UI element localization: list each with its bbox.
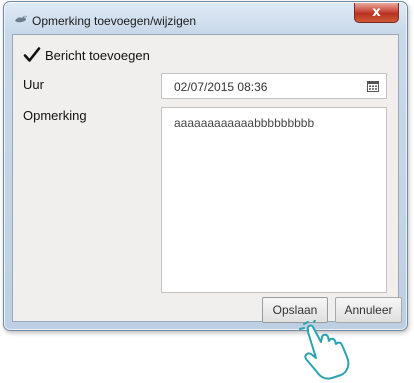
dialog-window: Opmerking toevoegen/wijzigen x Bericht t… <box>3 1 408 331</box>
title-bar[interactable]: Opmerking toevoegen/wijzigen x <box>4 2 407 34</box>
close-icon: x <box>372 5 381 20</box>
checkbox-label: Bericht toevoegen <box>45 47 150 63</box>
checkmark-icon <box>23 47 41 62</box>
datetime-value: 02/07/2015 08:36 <box>174 80 268 94</box>
add-message-checkbox[interactable]: Bericht toevoegen <box>23 45 150 65</box>
bird-icon <box>15 15 27 23</box>
remark-text: aaaaaaaaaaaabbbbbbbbb <box>174 116 315 130</box>
close-button[interactable]: x <box>354 3 399 23</box>
calendar-icon[interactable] <box>367 81 379 92</box>
opmerking-label: Opmerking <box>23 108 87 123</box>
datetime-input[interactable]: 02/07/2015 08:36 <box>161 73 387 99</box>
remark-textarea[interactable]: aaaaaaaaaaaabbbbbbbbb <box>161 107 387 293</box>
hand-pointer-icon <box>299 320 350 380</box>
uur-label: Uur <box>23 77 44 92</box>
dialog-content: Bericht toevoegen Uur 02/07/2015 08:36 O… <box>12 34 402 323</box>
window-title: Opmerking toevoegen/wijzigen <box>32 14 197 28</box>
